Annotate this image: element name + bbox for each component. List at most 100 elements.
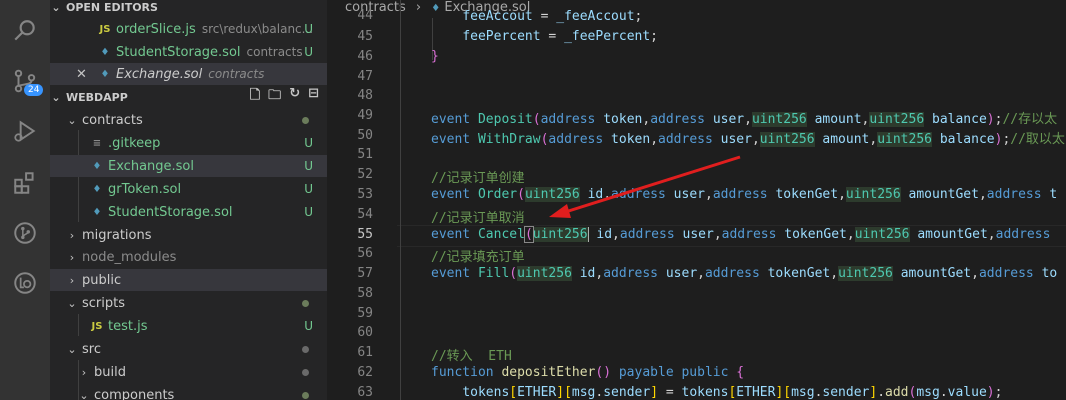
open-editor-name: orderSlice.js bbox=[116, 21, 196, 37]
scm-badge: 24 bbox=[24, 84, 44, 96]
source-control-icon[interactable]: 24 bbox=[0, 58, 50, 104]
remote-explorer-icon[interactable] bbox=[0, 260, 50, 306]
refresh-icon[interactable]: ↻ bbox=[289, 86, 300, 108]
git-status-badge: U bbox=[304, 22, 313, 36]
solidity-file-icon: ♦ bbox=[92, 183, 102, 195]
open-editor-path: contracts bbox=[208, 67, 265, 81]
activity-bar: 24 bbox=[0, 0, 50, 400]
search-icon[interactable] bbox=[0, 8, 50, 54]
tree-file[interactable]: JS test.js U bbox=[50, 315, 327, 337]
chevron-down-icon: ⌄ bbox=[67, 296, 77, 310]
js-file-icon: JS bbox=[99, 23, 111, 35]
modified-dot bbox=[302, 345, 309, 353]
explorer-actions: 🗋 🗀 ↻ ⊟ bbox=[250, 86, 319, 108]
tree-folder[interactable]: › migrations bbox=[50, 224, 327, 246]
tree-label: src bbox=[82, 341, 101, 357]
tree-label: scripts bbox=[82, 295, 125, 311]
indent-guide bbox=[400, 0, 401, 400]
tree-label: node_modules bbox=[82, 249, 177, 265]
run-debug-icon[interactable] bbox=[0, 108, 50, 154]
line-number: 62 bbox=[357, 365, 373, 380]
chevron-down-icon: ⌄ bbox=[79, 388, 89, 400]
chevron-down-icon: ⌄ bbox=[51, 90, 61, 104]
solidity-file-icon: ♦ bbox=[100, 46, 110, 58]
line-number: 61 bbox=[357, 345, 373, 360]
code-line-current: event Cancel(uint256 id,address user,add… bbox=[431, 226, 1051, 243]
chevron-right-icon: › bbox=[81, 365, 87, 379]
file-icon: ≡ bbox=[92, 137, 102, 149]
tree-folder[interactable]: › build bbox=[50, 361, 327, 383]
tree-label: contracts bbox=[82, 112, 143, 128]
tree-label: test.js bbox=[108, 318, 148, 334]
code-editor[interactable]: contracts › ♦ Exchange.sol 44 45 46 47 4… bbox=[327, 0, 1066, 400]
open-editor-item[interactable]: JS orderSlice.js src\redux\balanc... U bbox=[50, 18, 327, 40]
extensions-icon[interactable] bbox=[0, 160, 50, 206]
open-editors-header[interactable]: ⌄ OPEN EDITORS bbox=[50, 0, 327, 18]
tree-label: StudentStorage.sol bbox=[108, 204, 233, 220]
code-line: event Fill(uint256 id,address user,addre… bbox=[431, 266, 1058, 281]
tree-folder[interactable]: ⌄ components bbox=[50, 384, 327, 400]
tree-folder[interactable]: › public bbox=[50, 269, 327, 291]
tree-file[interactable]: ≡ .gitkeep U bbox=[50, 132, 327, 154]
tree-folder[interactable]: › node_modules bbox=[50, 246, 327, 268]
code-line: tokens[ETHER][msg.sender] = tokens[ETHER… bbox=[462, 385, 1003, 400]
workspace-header[interactable]: ⌄ WEBDAPP 🗋 🗀 ↻ ⊟ bbox=[50, 86, 327, 108]
new-folder-icon[interactable]: 🗀 bbox=[268, 86, 281, 108]
git-status-badge: U bbox=[304, 45, 313, 59]
tree-folder[interactable]: ⌄ scripts bbox=[50, 292, 327, 314]
new-file-icon[interactable]: 🗋 bbox=[250, 86, 260, 108]
line-number: 57 bbox=[357, 266, 373, 281]
workspace-title: WEBDAPP bbox=[66, 90, 128, 104]
line-number: 44 bbox=[357, 8, 373, 23]
code-line: event Order(uint256 id,address user,addr… bbox=[431, 187, 1058, 202]
line-number: 63 bbox=[357, 385, 373, 400]
line-number: 49 bbox=[357, 108, 373, 123]
js-file-icon: JS bbox=[91, 320, 103, 332]
git-status-badge: U bbox=[304, 182, 313, 196]
chevron-down-icon: ⌄ bbox=[67, 113, 77, 127]
code-line: } bbox=[431, 49, 439, 64]
git-graph-icon[interactable] bbox=[0, 210, 50, 256]
close-icon[interactable]: ✕ bbox=[76, 67, 90, 82]
chevron-down-icon: ⌄ bbox=[67, 342, 77, 356]
line-number: 59 bbox=[357, 306, 373, 321]
tree-label: Exchange.sol bbox=[108, 158, 194, 174]
tree-label: build bbox=[94, 364, 126, 380]
line-number: 58 bbox=[357, 286, 373, 301]
code-line: //记录订单创建 bbox=[431, 171, 525, 186]
chevron-down-icon: ⌄ bbox=[51, 0, 61, 14]
line-number: 45 bbox=[357, 29, 373, 44]
tree-label: grToken.sol bbox=[108, 181, 182, 197]
tree-folder[interactable]: ⌄ src bbox=[50, 338, 327, 360]
open-editor-item-active[interactable]: ✕ ♦ Exchange.sol contracts bbox=[50, 63, 327, 85]
line-number: 53 bbox=[357, 187, 373, 202]
open-editors-title: OPEN EDITORS bbox=[66, 0, 158, 14]
line-number: 52 bbox=[357, 167, 373, 182]
tree-label: .gitkeep bbox=[108, 135, 161, 151]
chevron-right-icon: › bbox=[69, 228, 75, 242]
git-status-badge: U bbox=[304, 205, 313, 219]
tree-folder-contracts[interactable]: ⌄ contracts bbox=[50, 109, 327, 131]
tree-label: migrations bbox=[82, 227, 152, 243]
code-line: //记录订单取消 bbox=[431, 211, 525, 226]
solidity-file-icon: ♦ bbox=[92, 160, 102, 172]
chevron-right-icon: › bbox=[69, 273, 75, 287]
tree-label: components bbox=[94, 387, 175, 400]
code-line: feeAccout = _feeAccout; bbox=[462, 9, 643, 24]
open-editor-name: Exchange.sol bbox=[116, 66, 203, 82]
open-editor-item[interactable]: ♦ StudentStorage.sol contracts U bbox=[50, 41, 327, 63]
tree-file[interactable]: ♦ StudentStorage.sol U bbox=[50, 201, 327, 223]
git-status-badge: U bbox=[304, 319, 313, 333]
tree-file[interactable]: ♦ grToken.sol U bbox=[50, 178, 327, 200]
git-status-badge: U bbox=[304, 159, 313, 173]
solidity-file-icon: ♦ bbox=[100, 68, 110, 80]
line-number: 54 bbox=[357, 207, 373, 222]
line-number: 46 bbox=[357, 49, 373, 64]
modified-dot bbox=[302, 299, 309, 307]
tree-file-active[interactable]: ♦ Exchange.sol U bbox=[50, 155, 327, 177]
line-number: 50 bbox=[357, 128, 373, 143]
code-line: event WithDraw(address token,address use… bbox=[431, 132, 1065, 147]
open-editor-path: src\redux\balanc... bbox=[201, 22, 314, 36]
breadcrumb-separator: › bbox=[415, 0, 422, 15]
collapse-all-icon[interactable]: ⊟ bbox=[308, 86, 319, 108]
